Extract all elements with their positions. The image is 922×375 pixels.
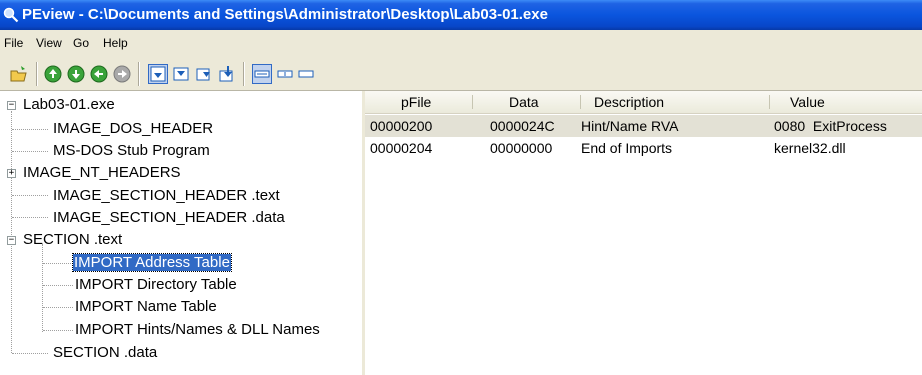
collapse-toggle-root[interactable]: − (7, 101, 16, 110)
tree-item-nt-headers[interactable]: IMAGE_NT_HEADERS (23, 163, 181, 183)
tree-connector (43, 285, 73, 286)
nav-down-icon[interactable] (67, 65, 85, 83)
view-words-icon[interactable] (276, 65, 294, 83)
menu-file[interactable]: File (4, 36, 23, 50)
nav-back-icon[interactable] (90, 65, 108, 83)
tree-item-import-directory-table[interactable]: IMPORT Directory Table (75, 275, 237, 295)
column-divider[interactable] (580, 95, 581, 109)
tree-item-label: IMAGE_NT_HEADERS (23, 164, 181, 181)
toolbar-separator (36, 62, 38, 86)
view-down-icon[interactable] (172, 65, 190, 83)
cell-data: 0000024C (490, 118, 555, 134)
cell-value: kernel32.dll (774, 140, 846, 156)
expand-toggle-nt-headers[interactable]: + (7, 169, 16, 178)
tree-connector (12, 195, 48, 196)
tree-item-label: IMPORT Address Table (72, 253, 232, 272)
column-header-description[interactable]: Description (594, 91, 664, 113)
tree-item-section-header-text[interactable]: IMAGE_SECTION_HEADER .text (53, 186, 280, 206)
tree-root-label: Lab03-01.exe (23, 96, 115, 113)
tree-connector (43, 307, 73, 308)
tree-root[interactable]: Lab03-01.exe (23, 95, 115, 115)
column-divider[interactable] (472, 95, 473, 109)
list-header: pFile Data Description Value (365, 91, 922, 114)
tree-item-label: IMAGE_SECTION_HEADER .text (53, 187, 280, 204)
view-dwords-icon[interactable] (297, 65, 315, 83)
tree-item-import-name-table[interactable]: IMPORT Name Table (75, 297, 217, 317)
tree-item-label: IMPORT Name Table (75, 298, 217, 315)
nav-up-icon[interactable] (44, 65, 62, 83)
detail-list[interactable]: pFile Data Description Value 00000200 00… (365, 91, 922, 375)
view-top-icon[interactable] (148, 64, 168, 84)
title-bar[interactable]: PEview - C:\Documents and Settings\Admin… (0, 0, 922, 30)
menu-bar: File View Go Help (0, 30, 922, 56)
column-header-data[interactable]: Data (509, 91, 539, 113)
tree-item-label: MS-DOS Stub Program (53, 142, 210, 159)
cell-data: 00000000 (490, 140, 553, 156)
tree-item-dos-stub[interactable]: MS-DOS Stub Program (53, 141, 210, 161)
cell-value: 0080 ExitProcess (774, 118, 887, 134)
tree-item-label: SECTION .text (23, 231, 123, 248)
table-row[interactable]: 00000200 0000024C Hint/Name RVA 0080 Exi… (365, 115, 922, 137)
open-icon[interactable] (10, 65, 28, 83)
toolbar-separator (243, 62, 245, 86)
column-header-pfile[interactable]: pFile (401, 91, 431, 113)
magnifier-app-icon (3, 7, 19, 23)
collapse-toggle-section-text[interactable]: − (7, 236, 16, 245)
nav-forward-icon[interactable] (113, 65, 131, 83)
tree-view[interactable]: − Lab03-01.exe IMAGE_DOS_HEADER MS-DOS S… (0, 91, 365, 375)
menu-view[interactable]: View (36, 36, 62, 50)
tree-connector (11, 111, 12, 353)
window-title: PEview - C:\Documents and Settings\Admin… (22, 6, 548, 23)
column-divider[interactable] (769, 95, 770, 109)
toolbar-separator (138, 62, 140, 86)
table-row[interactable]: 00000204 00000000 End of Imports kernel3… (365, 137, 922, 159)
tree-item-section-header-data[interactable]: IMAGE_SECTION_HEADER .data (53, 208, 285, 228)
tree-item-section-data[interactable]: SECTION .data (53, 343, 157, 363)
tree-connector (43, 263, 73, 264)
column-header-value[interactable]: Value (790, 91, 825, 113)
tree-connector (12, 217, 48, 218)
tree-connector (12, 151, 48, 152)
view-prev-icon[interactable] (219, 65, 237, 83)
cell-description: End of Imports (581, 140, 673, 156)
tree-item-import-hints-names[interactable]: IMPORT Hints/Names & DLL Names (75, 320, 320, 340)
tree-item-dos-header[interactable]: IMAGE_DOS_HEADER (53, 119, 213, 139)
tree-item-import-address-table[interactable]: IMPORT Address Table (72, 253, 232, 273)
cell-pfile: 00000204 (370, 140, 433, 156)
view-bytes-icon[interactable] (252, 64, 272, 84)
menu-go[interactable]: Go (73, 36, 89, 50)
view-next-icon[interactable] (196, 65, 214, 83)
tree-connector (12, 129, 48, 130)
tree-item-label: SECTION .data (53, 344, 158, 361)
cell-pfile: 00000200 (370, 118, 433, 134)
cell-description: Hint/Name RVA (581, 118, 679, 134)
tree-item-label: IMPORT Directory Table (75, 276, 237, 293)
menu-help[interactable]: Help (103, 36, 128, 50)
toolbar (0, 56, 922, 91)
tree-item-label: IMPORT Hints/Names & DLL Names (75, 321, 320, 338)
tree-item-section-text[interactable]: SECTION .text (23, 230, 122, 250)
tree-connector (12, 353, 48, 354)
tree-connector (42, 244, 43, 332)
tree-item-label: IMAGE_DOS_HEADER (53, 120, 214, 137)
tree-item-label: IMAGE_SECTION_HEADER .data (53, 209, 285, 226)
tree-connector (43, 330, 73, 331)
